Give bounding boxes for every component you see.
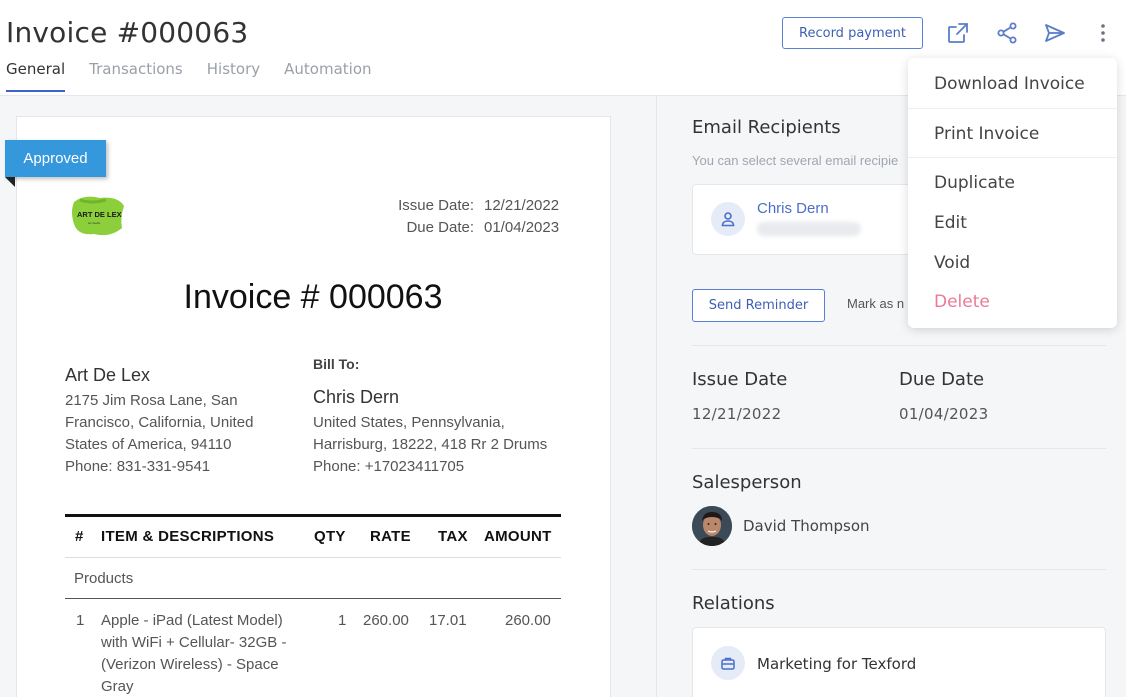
menu-item-print-invoice[interactable]: Print Invoice [934,124,1039,144]
issue-date-sidebar-value: 12/21/2022 [692,405,782,423]
more-vertical-icon[interactable] [1090,20,1116,46]
due-date-value: 01/04/2023 [484,219,560,236]
row-tax: 17.01 [429,612,467,629]
tab-transactions[interactable]: Transactions [89,60,183,92]
salesperson-name[interactable]: David Thompson [743,517,870,535]
table-group-divider [65,598,561,599]
row-rate: 260.00 [363,612,409,629]
briefcase-icon [711,646,745,680]
section-divider [692,448,1106,449]
issue-date-label: Issue Date: [398,197,474,214]
from-company-name: Art De Lex [65,365,151,385]
from-address: 2175 Jim Rosa Lane, San Francisco, Calif… [65,392,254,475]
salesperson-avatar [692,506,732,546]
table-header-rate: RATE [370,528,411,545]
table-header-item: ITEM & DESCRIPTIONS [101,528,275,545]
table-header-tax: TAX [438,528,468,545]
table-header-divider [65,557,561,558]
column-divider [656,96,657,697]
table-header-num: # [75,528,84,545]
email-recipients-title: Email Recipients [692,117,841,138]
external-link-icon[interactable] [945,20,971,46]
table-group-label: Products [74,570,134,587]
table-header-amount: AMOUNT [484,528,552,545]
share-icon[interactable] [994,20,1020,46]
due-date-label: Due Date: [406,219,474,236]
section-divider [692,345,1106,346]
send-reminder-button[interactable]: Send Reminder [692,289,825,322]
ribbon-fold [5,177,15,187]
row-item-description: Apple - iPad (Latest Model) with WiFi + … [101,612,287,695]
company-logo: ART DE LEX art studio [70,192,126,240]
bill-to-address: United States, Pennsylvania, Harrisburg,… [313,414,548,475]
menu-item-edit[interactable]: Edit [934,213,967,233]
table-top-rule [65,514,561,517]
relation-name[interactable]: Marketing for Texford [757,655,916,673]
record-payment-button[interactable]: Record payment [782,17,923,49]
recipient-email-blurred [757,222,861,236]
due-date-sidebar-value: 01/04/2023 [899,405,989,423]
more-actions-menu: Download Invoice Print Invoice Duplicate… [908,58,1117,328]
table-header-qty: QTY [314,528,346,545]
tab-general[interactable]: General [6,60,66,92]
bill-to-name: Chris Dern [313,387,400,407]
tab-bar: General Transactions History Automation [6,60,396,92]
section-divider [692,569,1106,570]
menu-divider [908,108,1117,109]
row-amount: 260.00 [505,612,551,629]
tab-history[interactable]: History [207,60,260,92]
status-ribbon: Approved [5,140,106,177]
salesperson-title: Salesperson [692,472,802,493]
recipient-name[interactable]: Chris Dern [757,200,829,217]
svg-text:art studio: art studio [88,221,101,225]
due-date-title: Due Date [899,369,985,390]
send-icon[interactable] [1042,20,1068,46]
menu-item-void[interactable]: Void [934,253,970,273]
bill-to-label: Bill To: [313,356,360,372]
svg-text:ART DE LEX: ART DE LEX [77,210,122,219]
user-icon [711,202,745,236]
relations-title: Relations [692,593,775,614]
page-title: Invoice #000063 [6,16,249,49]
menu-item-duplicate[interactable]: Duplicate [934,173,1015,193]
menu-item-download-invoice[interactable]: Download Invoice [934,74,1085,94]
issue-date-value: 12/21/2022 [484,197,560,214]
row-number: 1 [76,612,85,629]
menu-divider [908,157,1117,158]
email-recipients-hint: You can select several email recipie [692,153,899,168]
menu-item-delete[interactable]: Delete [934,292,990,312]
row-qty: 1 [338,612,347,629]
invoice-heading: Invoice # 000063 [183,278,443,316]
tab-automation[interactable]: Automation [284,60,371,92]
issue-date-title: Issue Date [692,369,788,390]
mark-as-link[interactable]: Mark as n [847,296,904,311]
